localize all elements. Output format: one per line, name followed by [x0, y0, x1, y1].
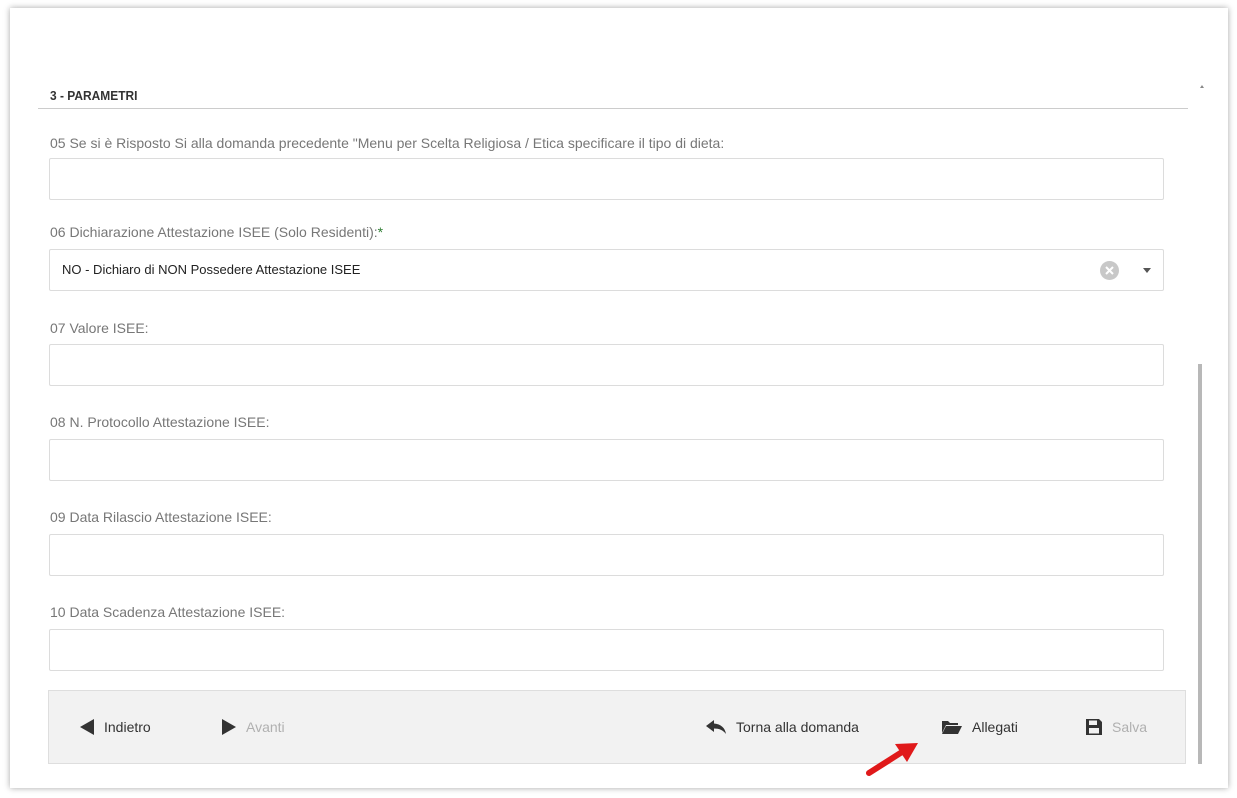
field-label-protocol-number: 08 N. Protocollo Attestazione ISEE: — [50, 414, 270, 430]
back-button[interactable]: Indietro — [79, 691, 151, 763]
field-label-expiry-date: 10 Data Scadenza Attestazione ISEE: — [50, 604, 286, 620]
reply-icon — [705, 719, 727, 735]
field-label-isee-declaration: 06 Dichiarazione Attestazione ISEE (Solo… — [50, 224, 383, 240]
action-toolbar: Indietro Avanti Torna alla domanda Alleg… — [48, 690, 1186, 764]
field-label-isee-value: 07 Valore ISEE: — [50, 320, 149, 336]
required-marker: * — [377, 224, 384, 240]
field-label-diet: 05 Se si è Risposto Si alla domanda prec… — [50, 135, 725, 151]
scrollbar-thumb[interactable] — [1198, 364, 1202, 764]
floppy-disk-icon — [1085, 718, 1103, 736]
red-arrow-annotation — [866, 740, 922, 781]
folder-open-icon — [941, 719, 963, 735]
scroll-up-arrow-icon[interactable] — [1200, 85, 1204, 88]
return-button-label: Torna alla domanda — [736, 719, 859, 735]
attachments-button-label: Allegati — [972, 719, 1018, 735]
protocol-number-input[interactable] — [49, 439, 1164, 481]
save-button-label: Salva — [1112, 719, 1148, 735]
next-button-label: Avanti — [246, 719, 285, 735]
back-button-label: Indietro — [104, 719, 151, 735]
section-divider — [38, 108, 1188, 109]
issue-date-input[interactable] — [49, 534, 1164, 576]
clear-selection-icon[interactable] — [1100, 261, 1119, 280]
select-value: NO - Dichiaro di NON Possedere Attestazi… — [62, 262, 361, 277]
save-button[interactable]: Salva — [1085, 691, 1147, 763]
triangle-left-icon — [79, 718, 95, 736]
chevron-down-icon[interactable] — [1143, 268, 1151, 273]
section-title: 3 - PARAMETRI — [50, 88, 138, 103]
form-section: 3 - PARAMETRI 05 Se si è Risposto Si all… — [38, 62, 1194, 672]
return-to-application-button[interactable]: Torna alla domanda — [705, 691, 859, 763]
expiry-date-input[interactable] — [49, 629, 1164, 671]
triangle-right-icon — [221, 718, 237, 736]
attachments-button[interactable]: Allegati — [941, 691, 1018, 763]
field-label-issue-date: 09 Data Rilascio Attestazione ISEE: — [50, 509, 272, 525]
isee-value-input[interactable] — [49, 344, 1164, 386]
diet-type-input[interactable] — [49, 158, 1164, 200]
next-button[interactable]: Avanti — [221, 691, 285, 763]
field-label-text: 06 Dichiarazione Attestazione ISEE (Solo… — [50, 224, 378, 240]
isee-declaration-select[interactable]: NO - Dichiaro di NON Possedere Attestazi… — [49, 249, 1164, 291]
